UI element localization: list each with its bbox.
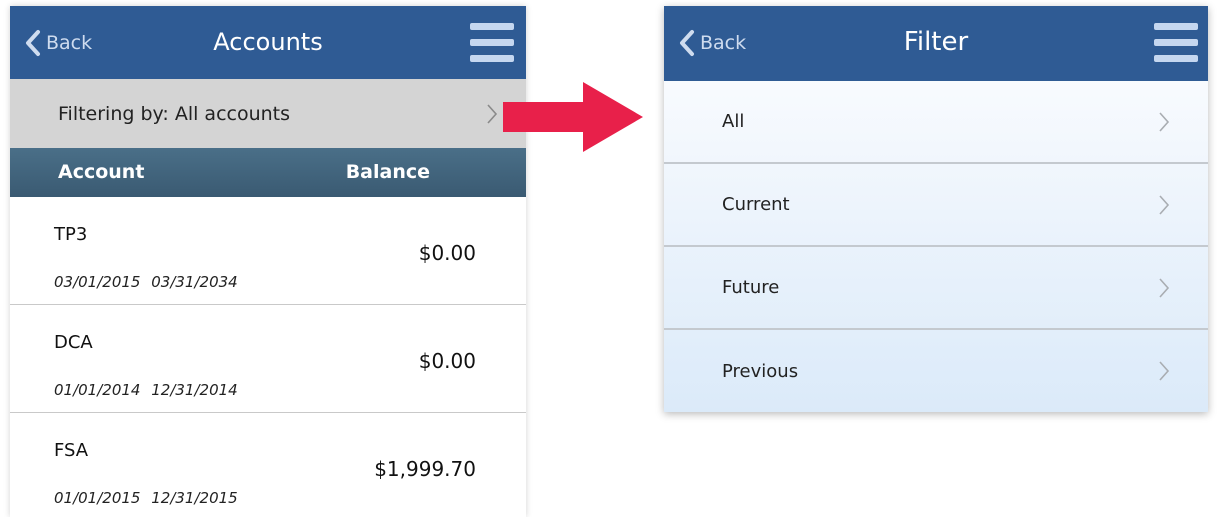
account-row-fsa[interactable]: FSA $1,999.70 01/01/2015 12/31/2015 bbox=[10, 413, 526, 517]
filter-option-all[interactable]: All bbox=[664, 81, 1208, 164]
chevron-right-icon bbox=[1159, 195, 1170, 215]
filter-option-label: Current bbox=[722, 194, 790, 215]
chevron-right-icon bbox=[487, 104, 498, 124]
column-header-account: Account bbox=[58, 161, 145, 183]
hamburger-menu-icon[interactable] bbox=[470, 22, 514, 62]
table-header: Account Balance bbox=[10, 148, 526, 197]
account-end-date: 12/31/2015 bbox=[151, 489, 238, 507]
accounts-navbar: Back Accounts bbox=[10, 6, 526, 79]
accounts-screen: Back Accounts Filtering by: All accounts… bbox=[10, 6, 526, 517]
filter-option-previous[interactable]: Previous bbox=[664, 330, 1208, 412]
account-dates: 03/01/2015 03/31/2034 bbox=[54, 273, 238, 291]
filter-option-label: Future bbox=[722, 277, 780, 298]
column-header-balance: Balance bbox=[345, 161, 430, 183]
filter-option-label: Previous bbox=[722, 361, 799, 382]
filter-label: Filtering by: All accounts bbox=[58, 102, 291, 125]
account-row-tp3[interactable]: TP3 $0.00 03/01/2015 03/31/2034 bbox=[10, 197, 526, 305]
filter-option-current[interactable]: Current bbox=[664, 164, 1208, 247]
chevron-right-icon bbox=[1159, 112, 1170, 132]
filter-screen: Back Filter All Current Future Previous bbox=[664, 6, 1208, 412]
account-name: TP3 bbox=[54, 224, 88, 245]
filter-option-label: All bbox=[722, 111, 745, 132]
account-balance: $0.00 bbox=[418, 241, 476, 265]
filter-navbar: Back Filter bbox=[664, 6, 1208, 81]
account-name: FSA bbox=[54, 440, 89, 461]
account-end-date: 03/31/2034 bbox=[151, 273, 238, 291]
hamburger-menu-icon[interactable] bbox=[1154, 22, 1198, 62]
account-balance: $0.00 bbox=[418, 349, 476, 373]
account-dates: 01/01/2015 12/31/2015 bbox=[54, 489, 238, 507]
right-arrow-icon bbox=[503, 82, 643, 152]
account-name: DCA bbox=[54, 332, 93, 353]
filter-option-future[interactable]: Future bbox=[664, 247, 1208, 330]
chevron-right-icon bbox=[1159, 361, 1170, 381]
account-row-dca[interactable]: DCA $0.00 01/01/2014 12/31/2014 bbox=[10, 305, 526, 413]
account-dates: 01/01/2014 12/31/2014 bbox=[54, 381, 238, 399]
account-start-date: 01/01/2015 bbox=[54, 489, 141, 507]
account-end-date: 12/31/2014 bbox=[151, 381, 238, 399]
account-balance: $1,999.70 bbox=[374, 457, 476, 481]
page-title: Filter bbox=[903, 27, 969, 57]
filter-selector[interactable]: Filtering by: All accounts bbox=[10, 79, 526, 148]
account-start-date: 01/01/2014 bbox=[54, 381, 141, 399]
account-start-date: 03/01/2015 bbox=[54, 273, 141, 291]
chevron-right-icon bbox=[1159, 278, 1170, 298]
page-title: Accounts bbox=[213, 28, 323, 56]
